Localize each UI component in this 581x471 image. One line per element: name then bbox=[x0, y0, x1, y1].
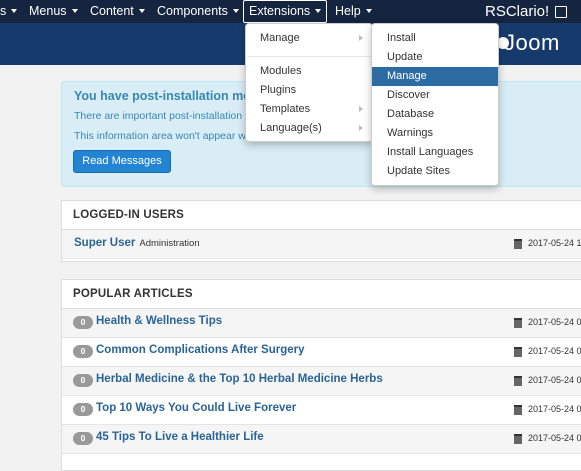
user-client: Administration bbox=[139, 238, 200, 249]
row-date: 2017-05-24 0 bbox=[528, 433, 581, 443]
row-date: 2017-05-24 1( bbox=[528, 238, 581, 248]
logged-in-users-panel: LOGGED-IN USERS Super User Administration… bbox=[61, 200, 581, 262]
hits-badge: 0 bbox=[73, 403, 93, 416]
chevron-right-icon bbox=[359, 125, 363, 131]
nav-label: Menus bbox=[29, 4, 67, 18]
article-link[interactable]: Top 10 Ways You Could Live Forever bbox=[96, 402, 296, 414]
menu-item-label: Language(s) bbox=[260, 122, 322, 134]
table-row: Super User Administration 2017-05-24 1( bbox=[62, 230, 581, 259]
menu-item-label: Warnings bbox=[387, 127, 434, 139]
row-date: 2017-05-24 0 bbox=[528, 317, 581, 327]
calendar-icon bbox=[514, 376, 522, 386]
nav-label: Content bbox=[90, 4, 134, 18]
calendar-icon bbox=[514, 434, 522, 444]
nav-label: Help bbox=[335, 4, 361, 18]
nav-label: Extensions bbox=[249, 4, 311, 18]
hits-badge: 0 bbox=[73, 432, 93, 445]
panel-heading: POPULAR ARTICLES bbox=[62, 280, 581, 309]
menu-item-languages[interactable]: Language(s) bbox=[246, 119, 372, 138]
submenu-item-warnings[interactable]: Warnings bbox=[372, 124, 498, 143]
calendar-icon bbox=[514, 318, 522, 328]
table-row: 0 45 Tips To Live a Healthier Life 2017-… bbox=[62, 425, 581, 454]
menu-item-label: Manage bbox=[387, 70, 427, 82]
submenu-item-discover[interactable]: Discover bbox=[372, 86, 498, 105]
alert-text-line: This information area won't appear wh bbox=[74, 130, 252, 142]
calendar-icon bbox=[514, 239, 522, 249]
site-name-link[interactable]: RSClario! bbox=[485, 0, 549, 23]
chevron-down-icon bbox=[365, 9, 372, 14]
chevron-right-icon bbox=[359, 106, 363, 112]
menu-divider bbox=[247, 56, 371, 57]
nav-menu-components[interactable]: Components bbox=[157, 0, 239, 23]
chevron-down-icon bbox=[138, 9, 145, 14]
submenu-item-manage[interactable]: Manage bbox=[372, 67, 498, 86]
menu-item-label: Templates bbox=[260, 103, 311, 115]
read-messages-button[interactable]: Read Messages bbox=[73, 150, 171, 173]
table-row: 0 Health & Wellness Tips 2017-05-24 0 bbox=[62, 309, 581, 338]
user-name[interactable]: Super User bbox=[74, 237, 135, 249]
chevron-down-icon bbox=[11, 9, 18, 14]
menu-item-plugins[interactable]: Plugins bbox=[246, 81, 372, 100]
alert-title: You have post-installation mes bbox=[74, 89, 258, 103]
menu-item-manage[interactable]: Manage bbox=[246, 29, 372, 48]
article-link[interactable]: Herbal Medicine & the Top 10 Herbal Medi… bbox=[96, 373, 383, 385]
submenu-item-install[interactable]: Install bbox=[372, 29, 498, 48]
menu-item-label: Modules bbox=[260, 65, 302, 77]
article-link[interactable]: Common Complications After Surgery bbox=[96, 344, 305, 356]
submenu-item-install-languages[interactable]: Install Languages bbox=[372, 143, 498, 162]
admin-menu-bar: s Menus Content Components Extensions He… bbox=[0, 0, 581, 23]
menu-item-modules[interactable]: Modules bbox=[246, 62, 372, 81]
menu-item-label: Manage bbox=[260, 32, 300, 44]
row-date: 2017-05-24 0 bbox=[528, 375, 581, 385]
chevron-down-icon bbox=[71, 9, 78, 14]
submenu-item-update[interactable]: Update bbox=[372, 48, 498, 67]
submenu-item-update-sites[interactable]: Update Sites bbox=[372, 162, 498, 181]
article-link[interactable]: Health & Wellness Tips bbox=[96, 315, 222, 327]
menu-item-templates[interactable]: Templates bbox=[246, 100, 372, 119]
article-link[interactable]: 45 Tips To Live a Healthier Life bbox=[96, 431, 264, 443]
row-date: 2017-05-24 0 bbox=[528, 404, 581, 414]
menu-item-label: Install Languages bbox=[387, 146, 474, 158]
calendar-icon bbox=[514, 405, 522, 415]
panel-heading: LOGGED-IN USERS bbox=[62, 201, 581, 230]
hits-badge: 0 bbox=[73, 345, 93, 358]
user-link[interactable]: Super User Administration bbox=[74, 237, 200, 249]
menu-item-label: Database bbox=[387, 108, 435, 120]
table-row: 0 Top 10 Ways You Could Live Forever 201… bbox=[62, 396, 581, 425]
submenu-item-database[interactable]: Database bbox=[372, 105, 498, 124]
nav-label: s bbox=[0, 4, 7, 18]
nav-menu-content[interactable]: Content bbox=[90, 0, 145, 23]
menu-item-label: Discover bbox=[387, 89, 430, 101]
chevron-down-icon bbox=[232, 9, 239, 14]
menu-item-label: Update Sites bbox=[387, 165, 450, 177]
menu-item-label: Plugins bbox=[260, 84, 297, 96]
table-row: 0 Herbal Medicine & the Top 10 Herbal Me… bbox=[62, 367, 581, 396]
nav-menu-menus[interactable]: Menus bbox=[29, 0, 78, 23]
nav-menu-partial[interactable]: s bbox=[0, 0, 18, 23]
nav-menu-help[interactable]: Help bbox=[335, 0, 372, 23]
menu-item-label: Update bbox=[387, 51, 423, 63]
calendar-icon bbox=[514, 347, 522, 357]
joomla-logo-text: Joom bbox=[504, 30, 560, 55]
row-date: 2017-05-24 0 bbox=[528, 346, 581, 356]
table-row: 0 Common Complications After Surgery 201… bbox=[62, 338, 581, 367]
hits-badge: 0 bbox=[73, 316, 93, 329]
menu-item-label: Install bbox=[387, 32, 416, 44]
hits-badge: 0 bbox=[73, 374, 93, 387]
manage-submenu: Install Update Manage Discover Database … bbox=[371, 23, 499, 186]
alert-text-line: There are important post-installation n bbox=[74, 110, 251, 122]
popular-articles-panel: POPULAR ARTICLES 0 Health & Wellness Tip… bbox=[61, 279, 581, 471]
external-link-icon[interactable] bbox=[555, 6, 567, 18]
chevron-down-icon bbox=[315, 9, 322, 14]
extensions-dropdown-menu: Manage Modules Plugins Templates Languag… bbox=[245, 23, 373, 142]
nav-menu-extensions[interactable]: Extensions bbox=[243, 0, 328, 23]
chevron-right-icon bbox=[359, 35, 363, 41]
nav-label: Components bbox=[157, 4, 228, 18]
